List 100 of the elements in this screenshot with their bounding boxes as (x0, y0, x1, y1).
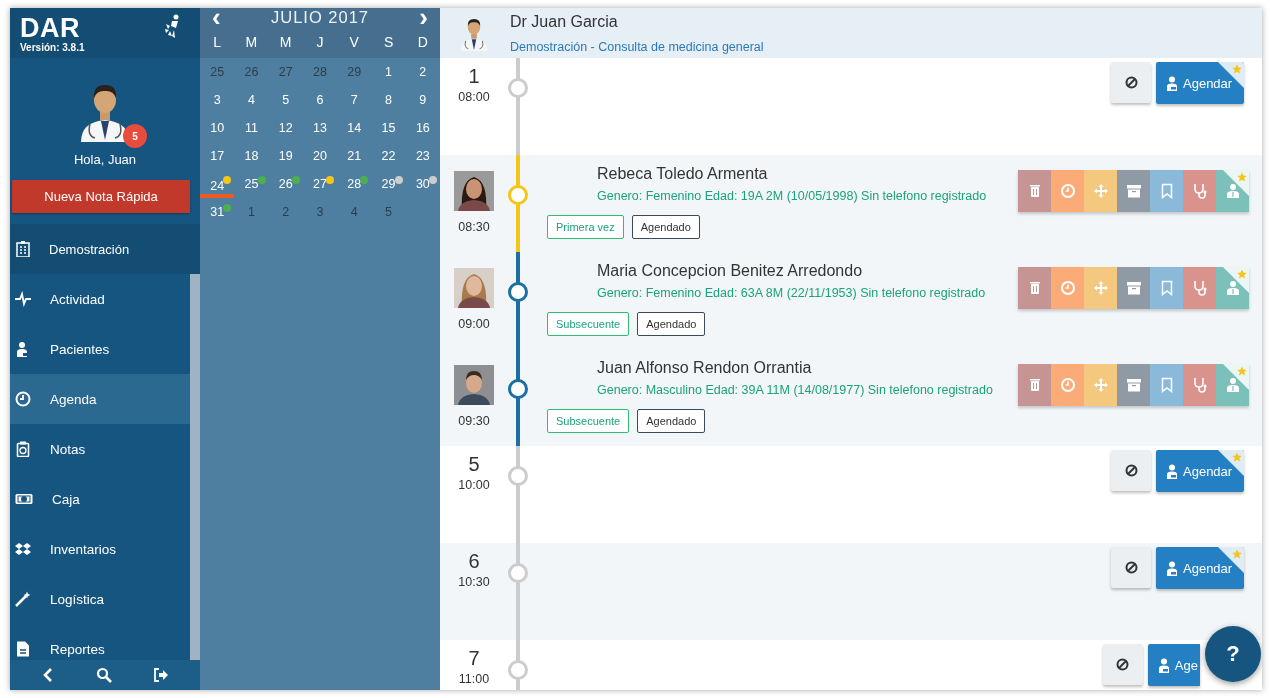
schedule-button[interactable]: Agendar (1156, 62, 1244, 104)
notification-badge[interactable]: 5 (123, 124, 147, 148)
calendar-day[interactable]: 1 (234, 198, 269, 226)
pulse-icon (15, 291, 31, 307)
block-slot-button[interactable] (1102, 644, 1143, 685)
calendar-day[interactable]: 28 (302, 58, 338, 86)
calendar-day[interactable]: 18 (234, 142, 269, 170)
sidebar-item[interactable]: Caja (10, 474, 190, 524)
calendar-day[interactable]: 12 (268, 114, 303, 142)
calendar-day[interactable]: 26 (268, 170, 303, 198)
bookmark-button[interactable] (1150, 364, 1183, 406)
scrollbar[interactable] (190, 274, 200, 660)
calendar-day[interactable]: 26 (234, 58, 269, 86)
block-slot-button[interactable] (1111, 62, 1151, 103)
clinic-header[interactable]: Demostración (10, 224, 200, 274)
reschedule-button[interactable] (1051, 170, 1084, 212)
calendar-day[interactable]: 14 (337, 114, 372, 142)
calendar-day[interactable]: 2 (268, 198, 303, 226)
quick-note-button[interactable]: Nueva Nota Rápida (12, 180, 190, 213)
calendar-day[interactable]: 13 (302, 114, 338, 142)
calendar-day[interactable]: 27 (302, 170, 338, 198)
previous-month-button[interactable]: ‹ (212, 8, 221, 27)
stethoscope-icon (1191, 280, 1208, 296)
visit-type-tag: Subsecuente (547, 312, 630, 336)
calendar-day[interactable]: 4 (337, 198, 372, 226)
delete-button[interactable] (1018, 170, 1051, 212)
move-button[interactable] (1084, 364, 1117, 406)
calendar-day[interactable]: 23 (405, 142, 440, 170)
stethoscope-button[interactable] (1183, 170, 1216, 212)
slot-time: 11:00 (458, 672, 490, 686)
calendar-day[interactable]: 22 (371, 142, 406, 170)
patient-name[interactable]: Juan Alfonso Rendon Orrantia (597, 358, 993, 378)
calendar-day[interactable]: 15 (371, 114, 406, 142)
status-tag: Agendado (637, 312, 706, 336)
timeline-node (508, 185, 528, 205)
calendar-day[interactable]: 25 (234, 170, 269, 198)
calendar-day[interactable]: 3 (200, 86, 235, 114)
calendar-day[interactable]: 27 (268, 58, 303, 86)
slot-time: 08:00 (458, 90, 490, 104)
calendar-day[interactable]: 30 (405, 170, 440, 198)
calendar-day[interactable]: 1 (371, 58, 406, 86)
patient-details: Genero: Femenino Edad: 63A 8M (22/11/1953) Sin telefono registrado (597, 286, 986, 300)
calendar-day[interactable]: 29 (371, 170, 406, 198)
weekday-label: M (244, 33, 259, 52)
calendar-day[interactable]: 10 (200, 114, 235, 142)
calendar-day[interactable]: 28 (337, 170, 372, 198)
stethoscope-button[interactable] (1183, 364, 1216, 406)
sidebar-item[interactable]: Notas (10, 424, 190, 474)
calendar-day[interactable]: 19 (268, 142, 303, 170)
calendar-day[interactable]: 21 (337, 142, 372, 170)
calendar-day[interactable]: 6 (302, 86, 338, 114)
sidebar-item[interactable]: Actividad (10, 274, 190, 324)
doctor-button[interactable] (1216, 364, 1249, 406)
patient-details: Genero: Masculino Edad: 39A 11M (14/08/1977) Sin telefono registrado (597, 383, 993, 397)
calendar-day[interactable]: 5 (268, 86, 303, 114)
doctor-button[interactable] (1216, 267, 1249, 309)
archive-button[interactable] (1117, 364, 1150, 406)
schedule-button[interactable]: Agendar (1156, 547, 1244, 589)
schedule-button[interactable]: Age (1147, 644, 1200, 686)
slot-time: 08:30 (458, 220, 490, 234)
calendar-day[interactable]: 7 (337, 86, 372, 114)
block-slot-button[interactable] (1111, 450, 1151, 491)
calendar-day[interactable]: 5 (371, 198, 406, 226)
calendar-day[interactable]: 9 (405, 86, 440, 114)
stethoscope-icon (1191, 377, 1208, 393)
calendar-day[interactable]: 3 (302, 198, 338, 226)
bookmark-button[interactable] (1150, 170, 1183, 212)
delete-button[interactable] (1018, 267, 1051, 309)
calendar-day[interactable]: 20 (302, 142, 338, 170)
timeline-node (508, 282, 528, 302)
move-button[interactable] (1084, 267, 1117, 309)
calendar-day[interactable]: 31 (200, 198, 235, 226)
stethoscope-button[interactable] (1183, 267, 1216, 309)
sidebar-item[interactable]: Inventarios (10, 524, 190, 574)
archive-button[interactable] (1117, 267, 1150, 309)
move-icon (1092, 377, 1109, 393)
reschedule-button[interactable] (1051, 364, 1084, 406)
sidebar-item[interactable]: Agenda (10, 374, 190, 424)
sidebar-item[interactable]: Pacientes (10, 324, 190, 374)
calendar-day[interactable]: 29 (337, 58, 372, 86)
sidebar-item[interactable]: Logística (10, 574, 190, 624)
doctor-button[interactable] (1216, 170, 1249, 212)
archive-button[interactable] (1117, 170, 1150, 212)
patient-name[interactable]: Rebeca Toledo Armenta (597, 164, 987, 184)
schedule-button[interactable]: Agendar (1156, 450, 1244, 492)
calendar-day[interactable]: 16 (405, 114, 440, 142)
sidebar-item[interactable]: Reportes (10, 624, 190, 660)
next-month-button[interactable]: › (419, 8, 428, 27)
calendar-day[interactable]: 11 (234, 114, 269, 142)
calendar-day[interactable]: 25 (200, 58, 235, 86)
calendar-day[interactable]: 8 (371, 86, 406, 114)
calendar-day[interactable]: 4 (234, 86, 269, 114)
calendar-day[interactable]: 17 (200, 142, 235, 170)
patient-name[interactable]: Maria Concepcion Benitez Arredondo (597, 261, 986, 281)
delete-button[interactable] (1018, 364, 1051, 406)
move-button[interactable] (1084, 170, 1117, 212)
reschedule-button[interactable] (1051, 267, 1084, 309)
block-slot-button[interactable] (1111, 547, 1151, 588)
calendar-day[interactable]: 2 (405, 58, 440, 86)
bookmark-button[interactable] (1150, 267, 1183, 309)
